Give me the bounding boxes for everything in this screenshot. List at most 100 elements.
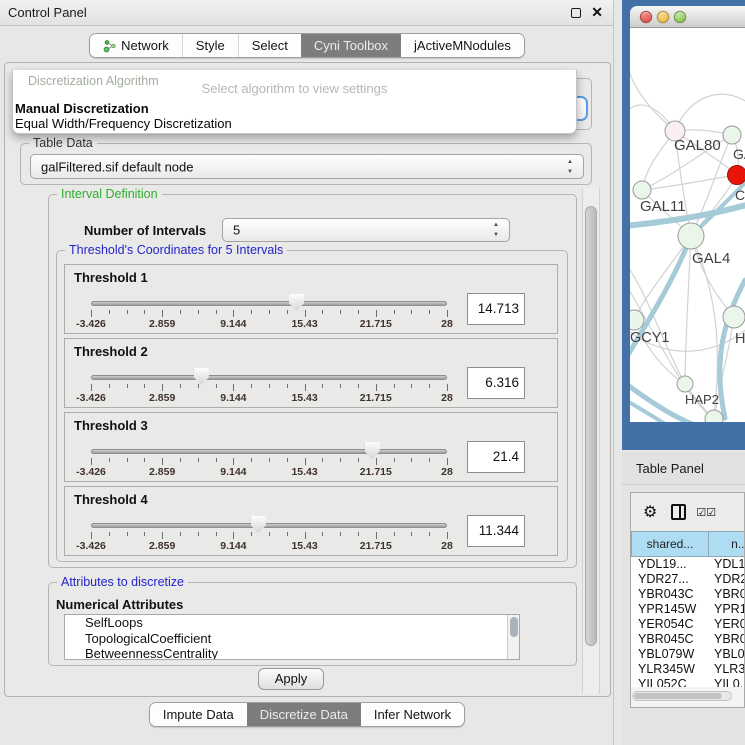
threshold-2-row: Threshold 2 -3.4262.8599.14415.4321.7152… — [64, 338, 558, 408]
table-panel-title: Table Panel — [636, 461, 704, 476]
threshold-2-value-field[interactable]: 6.316 — [467, 367, 525, 399]
control-panel-titlebar: Control Panel — [0, 0, 613, 26]
float-panel-icon[interactable] — [571, 8, 581, 18]
interval-definition-group-title: Interval Definition — [57, 187, 162, 201]
network-canvas[interactable]: GAL80 GA C GAL11 GAL4 GCY1 H HAP2 — [630, 28, 745, 422]
top-tabbar: Network Style Select Cyni Toolbox jActiv… — [0, 33, 614, 58]
node-gal80[interactable] — [665, 121, 685, 141]
tab-discretize-data[interactable]: Discretize Data — [247, 703, 361, 726]
column-header-shared[interactable]: shared... — [631, 531, 709, 557]
table-row[interactable]: YBL079WYBL0... — [631, 647, 745, 662]
top-tabgroup: Network Style Select Cyni Toolbox jActiv… — [89, 33, 525, 58]
window-close-button[interactable] — [640, 11, 652, 23]
node-gal4[interactable] — [678, 223, 704, 249]
close-panel-icon[interactable] — [591, 4, 603, 21]
tab-infer-network[interactable]: Infer Network — [361, 703, 464, 726]
tab-jactivemnodules[interactable]: jActiveMNodules — [401, 34, 524, 57]
tab-impute-data[interactable]: Impute Data — [150, 703, 247, 726]
num-intervals-value: 5 — [233, 223, 240, 238]
table-panel-box: shared... n... YDL19...YDL1... YDR27...Y… — [630, 492, 745, 708]
algorithm-option-manual[interactable]: Manual Discretization — [15, 101, 149, 116]
algorithm-placeholder-item: Select algorithm to view settings — [13, 81, 576, 96]
slider-track[interactable] — [91, 375, 447, 380]
threshold-1-value-field[interactable]: 14.713 — [467, 293, 525, 325]
app-root: Control Panel Network Style Select — [0, 0, 745, 745]
node-hap2[interactable] — [677, 376, 693, 392]
control-panel-scrollbar-thumb[interactable] — [585, 206, 597, 646]
slider-tick-labels: -3.4262.8599.14415.4321.71528 — [91, 318, 447, 330]
list-item-topologicalcoefficient[interactable]: TopologicalCoefficient — [65, 631, 519, 647]
network-window-titlebar[interactable] — [630, 6, 745, 28]
list-item-selfloops[interactable]: SelfLoops — [65, 615, 519, 631]
bottom-tabgroup: Impute Data Discretize Data Infer Networ… — [149, 702, 465, 727]
table-data-combobox[interactable]: galFiltered.sif default node — [30, 154, 584, 179]
algorithm-dropdown-popup: Select algorithm to view settings Manual… — [12, 70, 577, 134]
tab-network-label: Network — [121, 38, 169, 53]
slider-track[interactable] — [91, 449, 447, 454]
table-row[interactable]: YBR045CYBR0... — [631, 632, 745, 647]
control-panel-scrollbar[interactable] — [582, 188, 600, 694]
table-row[interactable]: YDL19...YDL1... — [631, 557, 745, 572]
tab-style[interactable]: Style — [182, 34, 238, 57]
numerical-attributes-list[interactable]: SelfLoops TopologicalCoefficient Between… — [64, 614, 520, 660]
table-row[interactable]: YBR043CYBR0... — [631, 587, 745, 602]
threshold-4-slider[interactable]: -3.4262.8599.14415.4321.71528 — [91, 487, 447, 557]
threshold-1-slider-thumb[interactable] — [289, 294, 304, 311]
threshold-3-value-field[interactable]: 21.4 — [467, 441, 525, 473]
attributes-group-title: Attributes to discretize — [57, 575, 188, 589]
attributes-list-scrollbar[interactable] — [507, 615, 519, 659]
table-row[interactable]: YLR345WYLR3... — [631, 662, 745, 677]
window-zoom-button[interactable] — [674, 11, 686, 23]
threshold-1-row: Threshold 1 -3.4262.8599.14415.4321.7152… — [64, 264, 558, 334]
column-header-name[interactable]: n... — [709, 531, 745, 557]
table-row[interactable]: YPR145WYPR1... — [631, 602, 745, 617]
algorithm-option-equal-width[interactable]: Equal Width/Frequency Discretization — [15, 116, 232, 131]
list-item-betweennesscentrality[interactable]: BetweennessCentrality — [65, 646, 519, 660]
threshold-4-slider-thumb[interactable] — [251, 516, 266, 533]
panel-title: Control Panel — [8, 5, 87, 20]
threshold-3-slider[interactable]: -3.4262.8599.14415.4321.71528 — [91, 413, 447, 483]
node-selected-red[interactable] — [728, 166, 745, 185]
bottom-tabbar: Impute Data Discretize Data Infer Networ… — [0, 702, 614, 727]
tab-select[interactable]: Select — [238, 34, 301, 57]
network-view-window: GAL80 GA C GAL11 GAL4 GCY1 H HAP2 — [622, 0, 745, 450]
node-h[interactable] — [723, 306, 745, 328]
table-toolbar — [631, 493, 744, 531]
table-header-row: shared... n... — [631, 531, 745, 557]
tab-network[interactable]: Network — [90, 34, 182, 57]
num-intervals-combobox[interactable]: 5 — [222, 218, 510, 242]
slider-track[interactable] — [91, 523, 447, 528]
threshold-4-value-field[interactable]: 11.344 — [467, 515, 525, 547]
table-panel-titlebar: Table Panel — [622, 452, 745, 485]
threshold-2-slider-thumb[interactable] — [194, 368, 209, 385]
node-ga[interactable] — [723, 126, 741, 144]
table-data-selected-value: galFiltered.sif default node — [41, 159, 193, 174]
split-view-icon[interactable] — [671, 504, 686, 520]
table-panel: Table Panel shared... n... YDL19...YDL1.… — [622, 452, 745, 745]
window-minimize-button[interactable] — [657, 11, 669, 23]
apply-button[interactable]: Apply — [258, 668, 324, 690]
network-graph — [630, 28, 745, 422]
network-icon — [103, 39, 116, 53]
tab-cyni-toolbox[interactable]: Cyni Toolbox — [301, 34, 401, 57]
slider-tick-labels: -3.4262.8599.14415.4321.71528 — [91, 466, 447, 478]
node-gal11[interactable] — [633, 181, 651, 199]
checkbox-icon[interactable] — [706, 506, 715, 519]
node-bottom-partial[interactable] — [705, 410, 723, 422]
slider-tick-labels: -3.4262.8599.14415.4321.71528 — [91, 540, 447, 552]
table-row[interactable]: YIL052CYIL0... — [631, 677, 745, 687]
threshold-1-slider[interactable]: -3.4262.8599.14415.4321.71528 — [91, 265, 447, 335]
combo-stepper-icon — [493, 223, 501, 237]
gear-icon[interactable] — [643, 502, 657, 522]
table-row[interactable]: YER054CYER0... — [631, 617, 745, 632]
table-horizontal-scrollbar[interactable] — [632, 691, 732, 701]
threshold-4-row: Threshold 4 -3.4262.8599.14415.4321.7152… — [64, 486, 558, 556]
thresholds-group-title: Threshold's Coordinates for 5 Intervals — [65, 243, 287, 257]
num-intervals-label: Number of Intervals — [84, 223, 206, 238]
checkbox-icon[interactable] — [696, 506, 705, 519]
threshold-3-slider-thumb[interactable] — [365, 442, 380, 459]
slider-ticks — [91, 384, 447, 392]
threshold-2-slider[interactable]: -3.4262.8599.14415.4321.71528 — [91, 339, 447, 409]
table-row[interactable]: YDR27...YDR2... — [631, 572, 745, 587]
slider-track[interactable] — [91, 301, 447, 306]
